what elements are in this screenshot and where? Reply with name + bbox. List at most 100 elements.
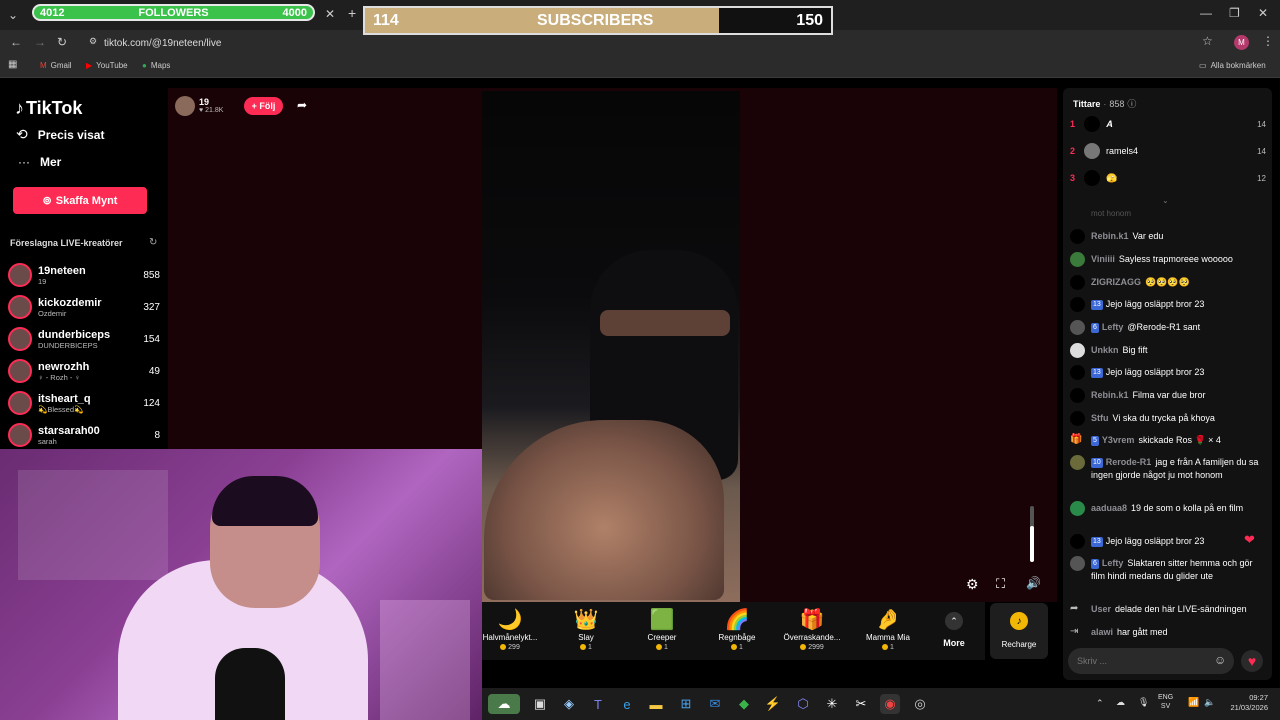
maximize-icon[interactable]: ❐ xyxy=(1229,6,1240,20)
widgets-icon[interactable]: ☁ xyxy=(488,694,520,714)
avatar xyxy=(8,295,32,319)
host-name: 19 xyxy=(199,97,210,107)
nav-precis-visat[interactable]: ⟲ Precis visat xyxy=(16,126,104,143)
profile-avatar[interactable]: M xyxy=(1234,35,1249,50)
creator-item[interactable]: kickozdemir Ozdemir 327 xyxy=(8,292,160,322)
gift-item[interactable]: 🎁 Överraskande... 2999 xyxy=(777,607,847,651)
fullscreen-icon[interactable]: ⛶ xyxy=(996,576,1005,592)
all-bookmarks[interactable]: ▭ Alla bokmärken xyxy=(1199,61,1266,70)
mail-icon[interactable]: ✉ xyxy=(705,694,725,714)
bookmark-maps[interactable]: ● Maps xyxy=(142,61,170,70)
apps-grid-icon[interactable]: ▦ xyxy=(8,59,17,70)
site-info-icon[interactable]: ⚙ xyxy=(89,36,97,47)
volume-slider[interactable] xyxy=(1030,506,1034,562)
url-input[interactable]: tiktok.com/@19neteen/live xyxy=(82,35,1227,51)
share-icon[interactable]: ➦ xyxy=(297,98,307,112)
info-icon: ⓘ xyxy=(1127,99,1137,109)
new-tab-icon[interactable]: + xyxy=(348,5,356,21)
clock[interactable]: 09:27 21/03/2026 xyxy=(1222,693,1268,713)
tab-search-icon[interactable]: ⌄ xyxy=(8,8,18,22)
language-indicator[interactable]: ENG SV xyxy=(1158,693,1173,711)
store-icon[interactable]: ⊞ xyxy=(676,694,696,714)
volume-icon[interactable]: 🔊 xyxy=(1026,576,1041,590)
task-view-icon[interactable]: ▣ xyxy=(530,694,550,714)
creator-item[interactable]: starsarah00 sarah 8 xyxy=(8,420,160,450)
gift-item[interactable]: 🌈 Regnbåge 1 xyxy=(702,607,772,651)
close-tab-icon[interactable]: ✕ xyxy=(325,7,335,21)
chat-message: Rebin.k1 Filma var due bror xyxy=(1070,388,1266,403)
coin-icon xyxy=(731,644,738,651)
follow-button[interactable]: + Följ xyxy=(244,97,283,115)
chat-input[interactable] xyxy=(1068,648,1234,674)
creator-item[interactable]: 19neteen 19 858 xyxy=(8,260,160,290)
creator-item[interactable]: newrozhh ♀ - Rozh - ♀ 49 xyxy=(8,356,160,386)
wifi-icon[interactable]: 📶 xyxy=(1188,697,1199,708)
avatar xyxy=(8,263,32,287)
gift-item[interactable]: 🤌 Mamma Mia 1 xyxy=(853,607,923,651)
host-avatar[interactable] xyxy=(175,96,195,116)
reload-icon[interactable]: ↻ xyxy=(57,35,67,49)
top-viewer[interactable]: 1 𝑨 14 xyxy=(1070,114,1266,134)
tray-mic-icon[interactable]: 🎙 xyxy=(1138,697,1149,708)
subscribers-current: 114 xyxy=(373,12,399,29)
copilot-icon[interactable]: ◈ xyxy=(559,694,579,714)
capcut-icon[interactable]: ✂ xyxy=(851,694,871,714)
avatar xyxy=(1070,411,1085,426)
gift-item[interactable]: 🌙 Halvmånelykt... 299 xyxy=(475,607,545,651)
gift-icon: 🎁 xyxy=(1070,434,1083,445)
gift-item[interactable]: 👑 Slay 1 xyxy=(551,607,621,651)
creator-item[interactable]: dunderbiceps DUNDERBICEPS 154 xyxy=(8,324,160,354)
nav-mer[interactable]: ··· Mer xyxy=(18,155,61,169)
expand-chevron-icon[interactable]: ⌄ xyxy=(1162,196,1169,205)
join-icon: ⇥ xyxy=(1070,626,1079,637)
window-close-icon[interactable]: ✕ xyxy=(1258,6,1268,20)
top-viewer[interactable]: 3 🫣 12 xyxy=(1070,168,1266,188)
followers-label: FOLLOWERS xyxy=(138,6,209,19)
avatar xyxy=(1084,170,1100,186)
speaker-icon[interactable]: 🔈 xyxy=(1204,697,1215,708)
floating-heart-icon: ❤ xyxy=(1244,532,1255,547)
back-icon[interactable]: ← xyxy=(10,35,22,49)
like-heart-button[interactable]: ♥ xyxy=(1241,650,1263,672)
settings-icon[interactable]: ⚙ xyxy=(966,576,979,593)
host-likes: ♥ 21.8K xyxy=(199,107,224,114)
coin-icon xyxy=(800,644,807,651)
recharge-button[interactable]: ♪ Recharge xyxy=(990,603,1048,659)
tray-cloud-icon[interactable]: ☁ xyxy=(1116,697,1125,708)
tray-chevron-icon[interactable]: ⌃ xyxy=(1096,698,1104,709)
chatgpt-icon[interactable]: ✳ xyxy=(822,694,842,714)
m365-icon[interactable]: ⚡ xyxy=(763,694,783,714)
forward-icon[interactable]: → xyxy=(34,35,46,49)
refresh-icon[interactable]: ↻ xyxy=(149,237,157,248)
avatar xyxy=(8,359,32,383)
bookmark-star-icon[interactable]: ☆ xyxy=(1202,34,1213,48)
file-explorer-icon[interactable]: ▬ xyxy=(646,694,666,714)
bookmark-youtube[interactable]: ▶ YouTube xyxy=(86,61,128,70)
emoji-icon[interactable]: ☺ xyxy=(1214,653,1226,667)
chat-message: 6 Lefty @Rerode-R1 sant xyxy=(1070,320,1266,335)
tiktok-logo[interactable]: ♪ TikTok xyxy=(15,98,82,119)
get-coins-button[interactable]: ⊚ Skaffa Mynt xyxy=(13,187,147,214)
chat-message: 6 Lefty Slaktaren sitter hemma och gör fil… xyxy=(1070,556,1266,583)
minimize-icon[interactable]: — xyxy=(1200,6,1212,20)
more-dots-icon: ··· xyxy=(18,155,30,169)
followers-current: 4012 xyxy=(40,6,65,19)
bookmark-gmail[interactable]: M Gmail xyxy=(40,61,72,70)
chat-message: ⇥ alawi har gått med xyxy=(1070,626,1266,640)
teams-icon[interactable]: T xyxy=(588,694,608,714)
followers-goal: 4000 xyxy=(282,6,307,19)
viewers-header[interactable]: Tittare · 858 ⓘ xyxy=(1073,97,1136,110)
subscribers-goal-bar: 114 SUBSCRIBERS 150 xyxy=(363,6,833,35)
top-viewer[interactable]: 2 ramels4 14 xyxy=(1070,141,1266,161)
edge-icon[interactable]: e xyxy=(617,694,637,714)
chrome-icon[interactable]: ◉ xyxy=(880,694,900,714)
shield-app-icon[interactable]: ◆ xyxy=(734,694,754,714)
obs-icon[interactable]: ◎ xyxy=(910,694,930,714)
avatar xyxy=(1070,534,1085,549)
creator-item[interactable]: itsheart_q 💫Blessed💫 124 xyxy=(8,388,160,418)
gift-item[interactable]: 🟩 Creeper 1 xyxy=(627,607,697,651)
menu-icon[interactable]: ⋮ xyxy=(1262,34,1274,48)
gift-more-button[interactable]: ⌃ More xyxy=(934,612,974,648)
separator: · xyxy=(1103,98,1107,109)
app-icon[interactable]: ⬡ xyxy=(793,694,813,714)
